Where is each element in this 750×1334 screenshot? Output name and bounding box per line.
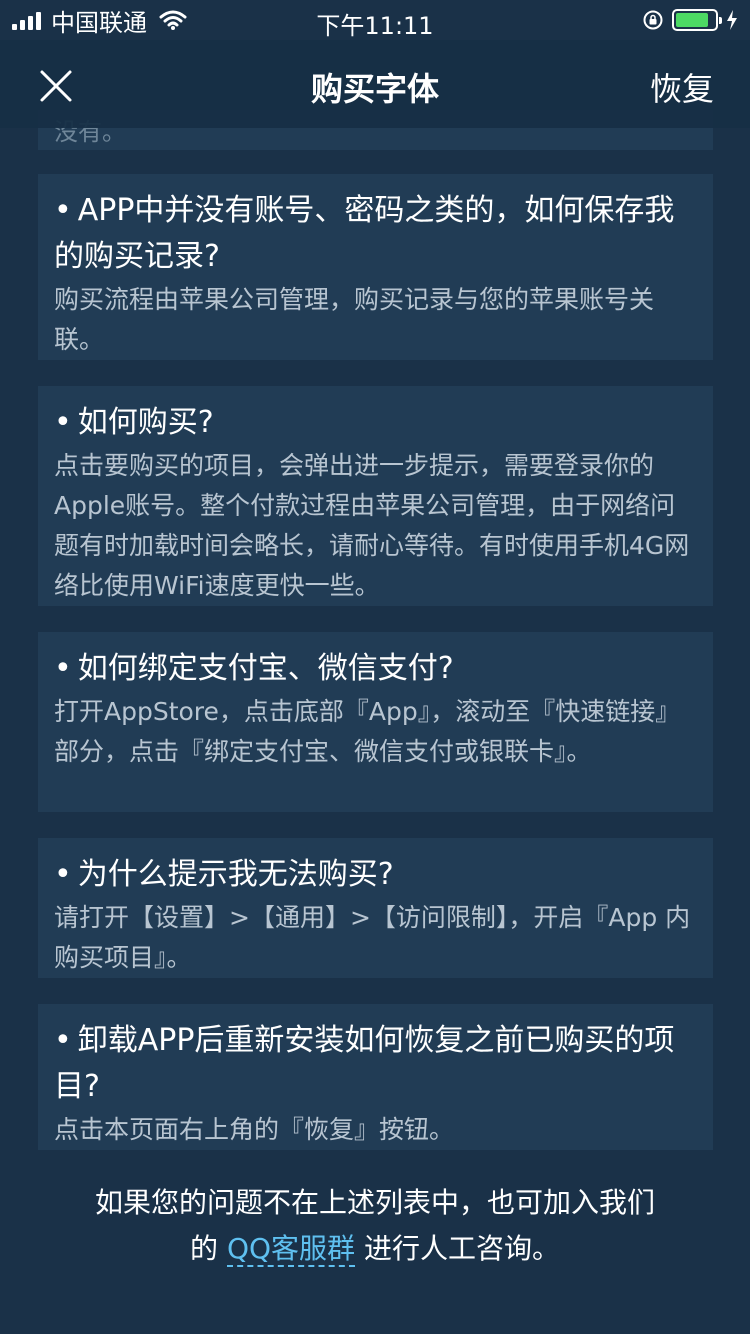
footer-prefix: 的 [190,1232,219,1265]
faq-question: • 为什么提示我无法购买? [54,857,394,892]
navigation-bar: 购买字体 恢复 [0,40,750,128]
faq-answer: 请打开【设置】>【通用】>【访问限制】，开启『App 内购买项目』。 [54,903,691,972]
footer-suffix: 进行人工咨询。 [363,1232,560,1265]
faq-question: • APP中并没有账号、密码之类的，如何保存我的购买记录? [54,193,675,274]
faq-answer: 点击要购买的项目，会弹出进一步提示，需要登录你的Apple账号。整个付款过程由苹… [54,451,690,600]
faq-answer: 打开AppStore，点击底部『App』，滚动至『快速链接』部分，点击『绑定支付… [54,697,681,766]
faq-card: • 卸载APP后重新安装如何恢复之前已购买的项目? 点击本页面右上角的『恢复』按钮… [38,1004,713,1150]
faq-question: • 如何绑定支付宝、微信支付? [54,651,454,686]
bullet: • [54,651,72,686]
bullet: • [54,857,72,892]
status-bar: 中国联通 下午11:11 [0,0,750,40]
faq-list[interactable]: 没有。 • APP中并没有账号、密码之类的，如何保存我的购买记录? 购买流程由苹果… [0,0,750,1334]
faq-card: • APP中并没有账号、密码之类的，如何保存我的购买记录? 购买流程由苹果公司管理… [38,174,713,360]
faq-answer: 点击本页面右上角的『恢复』按钮。 [54,1115,455,1144]
footer-line-1: 如果您的问题不在上述列表中，也可加入我们 [94,1186,655,1219]
footer-line-2: 的 QQ客服群 进行人工咨询。 [0,1226,750,1272]
battery-icon [672,9,722,31]
bullet: • [54,405,72,440]
faq-question: • 如何购买? [54,405,214,440]
footer-note: 如果您的问题不在上述列表中，也可加入我们 的 QQ客服群 进行人工咨询。 [0,1180,750,1272]
faq-question: • 卸载APP后重新安装如何恢复之前已购买的项目? [54,1023,675,1104]
bullet: • [54,1023,72,1058]
qq-group-link[interactable]: QQ客服群 [226,1232,356,1267]
bullet: • [54,193,72,228]
restore-button[interactable]: 恢复 [650,64,714,110]
faq-card: • 为什么提示我无法购买? 请打开【设置】>【通用】>【访问限制】，开启『App … [38,838,713,978]
page-title: 购买字体 [310,70,439,108]
battery-fill [676,13,709,27]
faq-answer: 购买流程由苹果公司管理，购买记录与您的苹果账号关联。 [54,285,655,354]
faq-card: • 如何购买? 点击要购买的项目，会弹出进一步提示，需要登录你的Apple账号。整… [38,386,713,606]
faq-card: • 如何绑定支付宝、微信支付? 打开AppStore，点击底部『App』，滚动至『… [38,632,713,812]
status-time: 下午11:11 [316,12,434,40]
